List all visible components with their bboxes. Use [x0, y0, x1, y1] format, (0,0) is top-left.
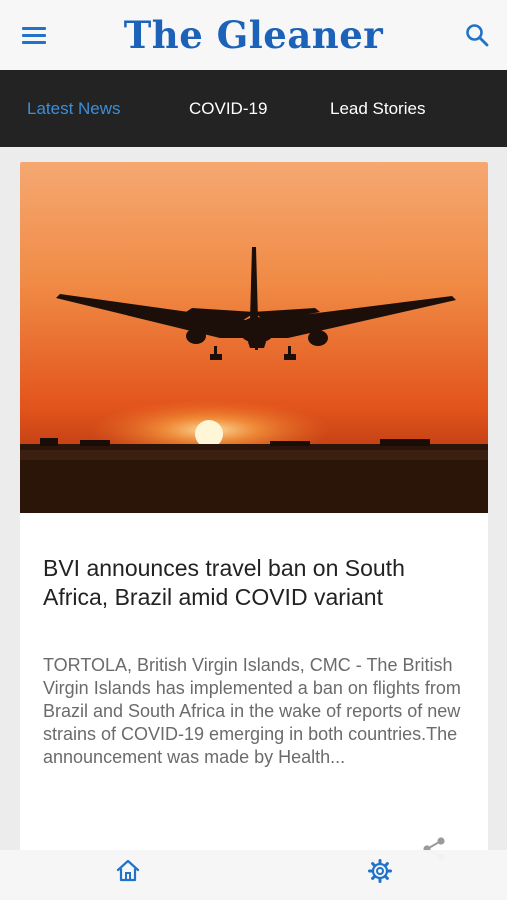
gear-icon[interactable]: [367, 858, 393, 884]
tab-latest-news[interactable]: Latest News: [27, 70, 121, 147]
app-screen: The Gleaner Latest News COVID-19 Lead St…: [0, 0, 507, 900]
article-card[interactable]: BVI announces travel ban on South Africa…: [20, 162, 488, 884]
tab-covid-19[interactable]: COVID-19: [189, 70, 267, 147]
search-icon[interactable]: [463, 21, 491, 49]
app-logo: The Gleaner: [123, 13, 384, 57]
top-header: The Gleaner: [0, 0, 507, 70]
article-image[interactable]: [20, 162, 488, 513]
section-tabs: Latest News COVID-19 Lead Stories: [0, 70, 507, 147]
bottom-nav: [0, 850, 507, 900]
article-headline[interactable]: BVI announces travel ban on South Africa…: [43, 554, 463, 612]
tab-lead-stories[interactable]: Lead Stories: [330, 70, 425, 147]
hamburger-menu-icon[interactable]: [22, 24, 48, 46]
article-excerpt: TORTOLA, British Virgin Islands, CMC - T…: [43, 655, 461, 767]
home-icon[interactable]: [115, 858, 141, 884]
